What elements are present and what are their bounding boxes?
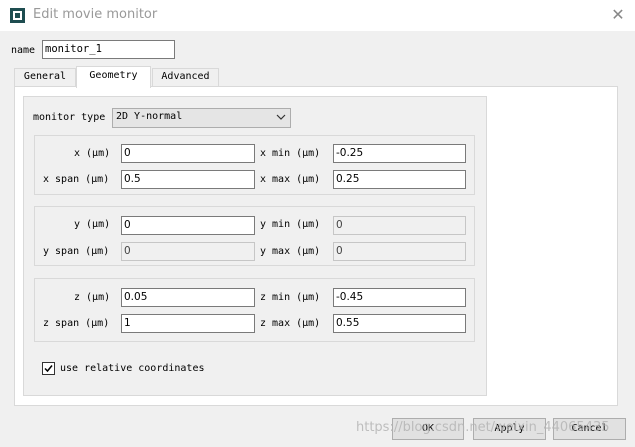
relative-coordinates-label: use relative coordinates [60, 363, 205, 374]
x-label: x (μm) [74, 148, 111, 159]
y-max-label: y max (μm) [260, 246, 321, 257]
tab-geometry[interactable]: Geometry [76, 66, 151, 88]
y-min-input: 0 [333, 216, 466, 235]
x-input[interactable]: 0 [121, 144, 255, 163]
monitor-type-value: 2D Y-normal [116, 111, 183, 122]
y-label: y (μm) [74, 219, 111, 230]
z-max-label: z max (μm) [260, 318, 321, 329]
watermark: https://blog.csdn.net/weixin_44065435 [356, 420, 610, 435]
y-max-input: 0 [333, 242, 466, 261]
z-span-label: z span (μm) [43, 318, 110, 329]
y-span-label: y span (μm) [43, 246, 110, 257]
z-label: z (μm) [74, 292, 111, 303]
z-min-label: z min (μm) [260, 292, 321, 303]
relative-coordinates-checkbox[interactable] [42, 362, 55, 375]
monitor-type-select[interactable]: 2D Y-normal [112, 108, 291, 128]
x-span-input[interactable]: 0.5 [121, 170, 255, 189]
y-min-label: y min (μm) [260, 219, 321, 230]
z-max-input[interactable]: 0.55 [333, 314, 466, 333]
app-icon [10, 8, 25, 23]
name-label: name [11, 45, 36, 56]
z-input[interactable]: 0.05 [121, 288, 255, 307]
tab-advanced[interactable]: Advanced [152, 68, 219, 86]
y-input[interactable]: 0 [121, 216, 255, 235]
window-title: Edit movie monitor [33, 7, 158, 22]
checkmark-icon [44, 365, 53, 373]
x-max-label: x max (μm) [260, 174, 321, 185]
x-span-label: x span (μm) [43, 174, 110, 185]
name-input[interactable]: monitor_1 [42, 40, 175, 59]
x-min-input[interactable]: -0.25 [333, 144, 466, 163]
z-span-input[interactable]: 1 [121, 314, 255, 333]
z-min-input[interactable]: -0.45 [333, 288, 466, 307]
chevron-down-icon [276, 114, 286, 120]
tab-general[interactable]: General [14, 68, 76, 86]
y-span-input: 0 [121, 242, 255, 261]
monitor-type-label: monitor type [33, 112, 106, 123]
close-icon[interactable]: ✕ [609, 6, 627, 24]
x-min-label: x min (μm) [260, 148, 321, 159]
x-max-input[interactable]: 0.25 [333, 170, 466, 189]
title-bar: Edit movie monitor ✕ [0, 0, 635, 31]
